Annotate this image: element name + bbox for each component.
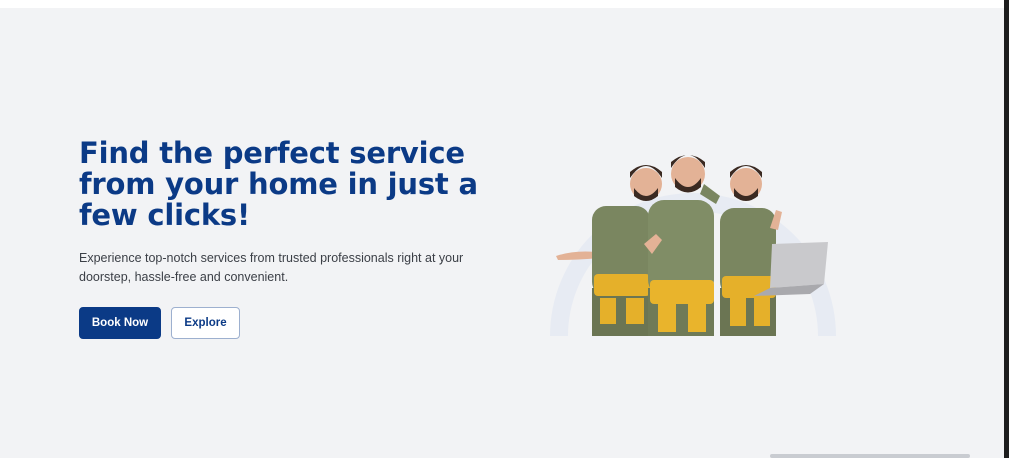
hero-subtext: Experience top-notch services from trust…	[79, 251, 464, 284]
book-now-button[interactable]: Book Now	[79, 307, 161, 339]
top-bar	[0, 0, 1009, 8]
horizontal-scrollbar[interactable]	[770, 454, 970, 458]
hero-section	[0, 8, 1004, 458]
hero-illustration	[550, 155, 836, 336]
page: Find the perfect service from your home …	[0, 0, 1009, 458]
worker-right	[720, 165, 828, 336]
hero-headline: Find the perfect service from your home …	[79, 136, 478, 232]
window-edge	[1004, 0, 1009, 458]
explore-button[interactable]: Explore	[171, 307, 240, 339]
laptop-icon	[770, 242, 828, 288]
